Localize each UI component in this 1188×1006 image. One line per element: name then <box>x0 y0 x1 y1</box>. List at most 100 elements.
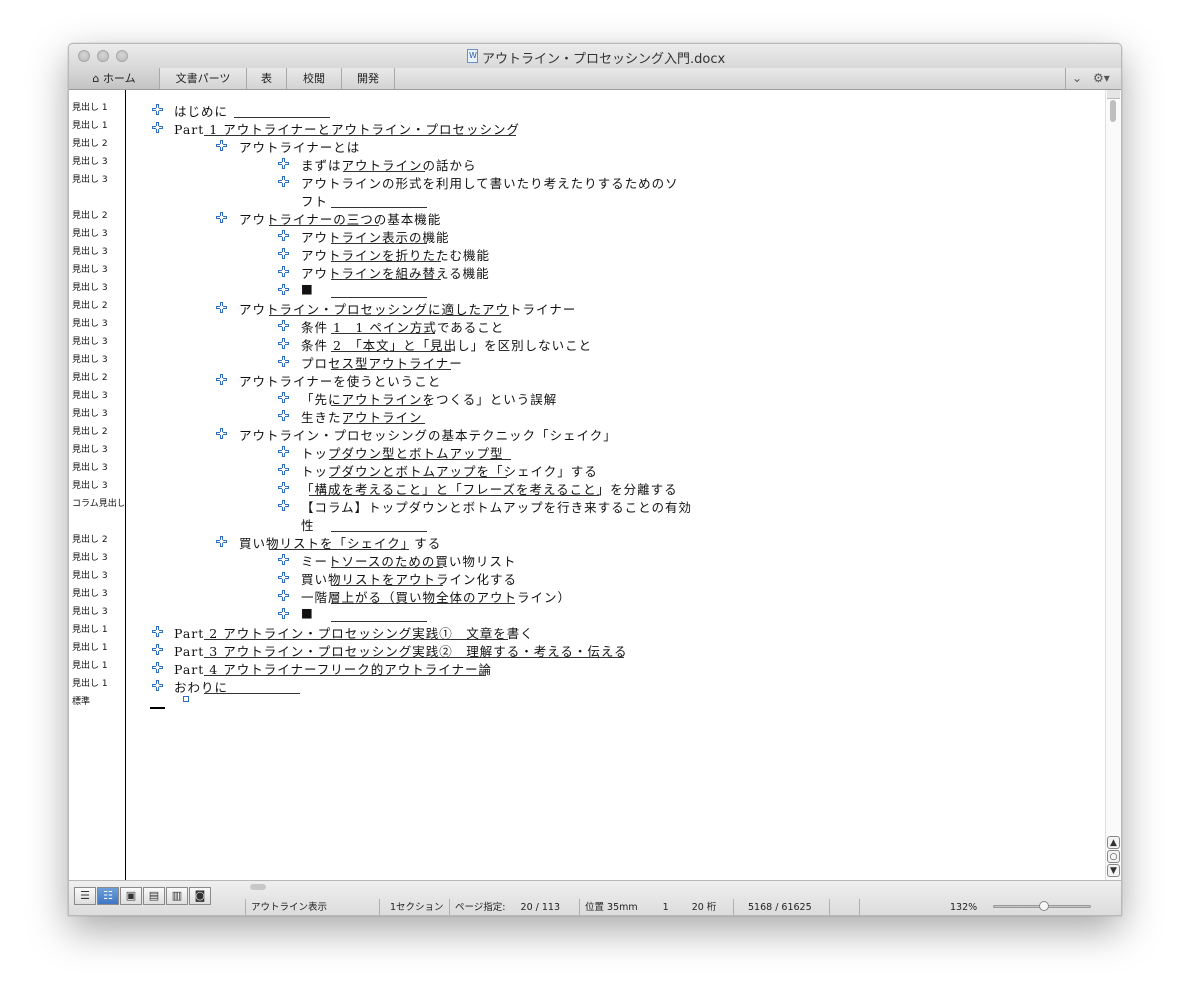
outline-expand-plus-icon[interactable] <box>216 536 227 547</box>
word-count[interactable]: 5168 / 61625 <box>733 899 829 915</box>
browse-object-button[interactable]: ○ <box>1107 850 1120 863</box>
style-name-label: 見出し 3 <box>72 337 108 347</box>
revision-underline <box>269 549 409 550</box>
split-view-handle[interactable] <box>1107 90 1120 99</box>
publishing-layout-view-icon[interactable]: ▣ <box>120 887 142 905</box>
outline-expand-plus-icon[interactable] <box>152 104 163 115</box>
revision-underline <box>343 171 425 172</box>
style-area-column: 見出し 1 見出し 1 見出し 2 見出し 3 見出し 3 見出し 2 見出し 3 見出し 3… <box>69 90 126 880</box>
outline-expand-plus-icon[interactable] <box>152 680 163 691</box>
outline-expand-plus-icon[interactable] <box>152 626 163 637</box>
style-name-label: 見出し 3 <box>72 553 108 563</box>
outline-expand-plus-icon[interactable] <box>278 554 289 565</box>
notebook-view-icon[interactable]: ▥ <box>166 887 188 905</box>
body-text-marker-icon[interactable] <box>183 696 189 702</box>
focus-view-icon[interactable]: ◙ <box>189 887 211 905</box>
revision-underline <box>204 675 486 676</box>
outline-expand-plus-icon[interactable] <box>278 482 289 493</box>
ribbon-divider <box>1065 68 1066 89</box>
outline-expand-plus-icon[interactable] <box>278 320 289 331</box>
outline-expand-plus-icon[interactable] <box>152 644 163 655</box>
outline-heading-text[interactable]: アウトライナーとは <box>239 137 360 156</box>
outline-heading-text[interactable]: アウトライナーを使うということ <box>239 371 441 390</box>
style-name-label: 見出し 2 <box>72 211 108 221</box>
outline-expand-plus-icon[interactable] <box>278 410 289 421</box>
outline-expand-plus-icon[interactable] <box>278 284 289 295</box>
revision-underline <box>331 621 427 622</box>
outline-expand-plus-icon[interactable] <box>216 302 227 313</box>
outline-heading-text[interactable]: ■ <box>301 281 314 296</box>
settings-gear-icon[interactable]: ⚙▾ <box>1093 71 1110 85</box>
print-layout-view-icon[interactable]: ▤ <box>143 887 165 905</box>
outline-expand-plus-icon[interactable] <box>278 356 289 367</box>
revision-underline <box>269 315 509 316</box>
outline-expand-plus-icon[interactable] <box>152 122 163 133</box>
outline-view-icon[interactable]: ☷ <box>97 887 119 905</box>
outline-expand-plus-icon[interactable] <box>278 608 289 619</box>
outline-expand-plus-icon[interactable] <box>278 338 289 349</box>
style-name-label: 見出し 1 <box>72 643 108 653</box>
outline-expand-plus-icon[interactable] <box>278 572 289 583</box>
outline-expand-plus-icon[interactable] <box>278 590 289 601</box>
tab-document-parts[interactable]: 文書パーツ <box>160 68 247 89</box>
revision-underline <box>204 135 516 136</box>
outline-expand-plus-icon[interactable] <box>278 464 289 475</box>
tab-home[interactable]: ⌂ ホーム <box>69 68 160 89</box>
view-mode-label: アウトライン表示 <box>245 899 379 915</box>
outline-heading-text[interactable]: 【コラム】トップダウンとボトムアップを行き来することの有効 <box>301 497 692 516</box>
zoom-slider-knob[interactable] <box>1039 901 1049 911</box>
tab-table[interactable]: 表 <box>247 68 287 89</box>
outline-expand-plus-icon[interactable] <box>152 662 163 673</box>
style-name-label: 見出し 1 <box>72 625 108 635</box>
outline-heading-text[interactable]: 性 <box>301 515 315 534</box>
draft-view-icon[interactable]: ☰ <box>74 887 96 905</box>
outline-expand-plus-icon[interactable] <box>216 428 227 439</box>
outline-expand-plus-icon[interactable] <box>278 446 289 457</box>
style-name-label: 見出し 3 <box>72 445 108 455</box>
outline-expand-plus-icon[interactable] <box>216 212 227 223</box>
style-name-label: 見出し 3 <box>72 265 108 275</box>
outline-heading-text[interactable]: アウトライン・プロセッシングの基本テクニック「シェイク」 <box>239 425 617 444</box>
outline-expand-plus-icon[interactable] <box>278 230 289 241</box>
previous-page-button[interactable]: ▲ <box>1107 836 1120 849</box>
revision-underline <box>329 477 507 478</box>
outline-heading-text[interactable]: フト <box>301 191 328 210</box>
outline-expand-plus-icon[interactable] <box>278 158 289 169</box>
revision-underline <box>331 531 427 532</box>
revision-underline <box>331 279 441 280</box>
outline-expand-plus-icon[interactable] <box>278 266 289 277</box>
style-name-label: 見出し 3 <box>72 391 108 401</box>
next-page-button[interactable]: ▼ <box>1107 864 1120 877</box>
outline-heading-text[interactable]: ■ <box>301 605 314 620</box>
outline-heading-text[interactable]: アウトラインの形式を利用して書いたり考えたりするためのソ <box>301 173 679 192</box>
document-window: アウトライン・プロセッシング入門.docx ⌂ ホーム 文書パーツ 表 校閲 開… <box>68 43 1122 916</box>
revision-underline <box>331 297 427 298</box>
style-name-label: 見出し 1 <box>72 679 108 689</box>
vertical-scrollbar[interactable]: ▲ ○ ▼ <box>1105 90 1121 880</box>
revision-underline <box>331 207 427 208</box>
outline-expand-plus-icon[interactable] <box>278 392 289 403</box>
vertical-scroll-thumb[interactable] <box>1110 100 1116 122</box>
collapse-ribbon-chevron-icon[interactable]: ⌄ <box>1072 71 1082 85</box>
outline-expand-plus-icon[interactable] <box>278 248 289 259</box>
outline-expand-plus-icon[interactable] <box>216 140 227 151</box>
style-name-label: 標準 <box>72 697 91 707</box>
close-window-button[interactable] <box>78 50 90 62</box>
revision-underline <box>331 567 443 568</box>
revision-underline <box>343 423 425 424</box>
outline-document-area[interactable]: はじめに Part 1 アウトライナーとアウトライン・プロセッシング アウトライナー… <box>126 90 1106 880</box>
tab-developer[interactable]: 開発 <box>342 68 395 89</box>
text-cursor-mark <box>150 707 165 709</box>
page-indicator[interactable]: ページ指定: 20 / 113 <box>449 899 579 915</box>
style-name-label: 見出し 3 <box>72 409 108 419</box>
outline-expand-plus-icon[interactable] <box>278 176 289 187</box>
zoom-window-button[interactable] <box>116 50 128 62</box>
section-indicator: 1セクション <box>379 899 449 915</box>
outline-expand-plus-icon[interactable] <box>278 500 289 511</box>
horizontal-scroll-thumb[interactable] <box>250 884 266 890</box>
outline-heading-text[interactable]: はじめに <box>174 101 228 120</box>
tab-review[interactable]: 校閲 <box>287 68 342 89</box>
minimize-window-button[interactable] <box>97 50 109 62</box>
outline-expand-plus-icon[interactable] <box>216 374 227 385</box>
cursor-position-indicator: 位置 35mm 1 20 桁 <box>579 899 733 915</box>
